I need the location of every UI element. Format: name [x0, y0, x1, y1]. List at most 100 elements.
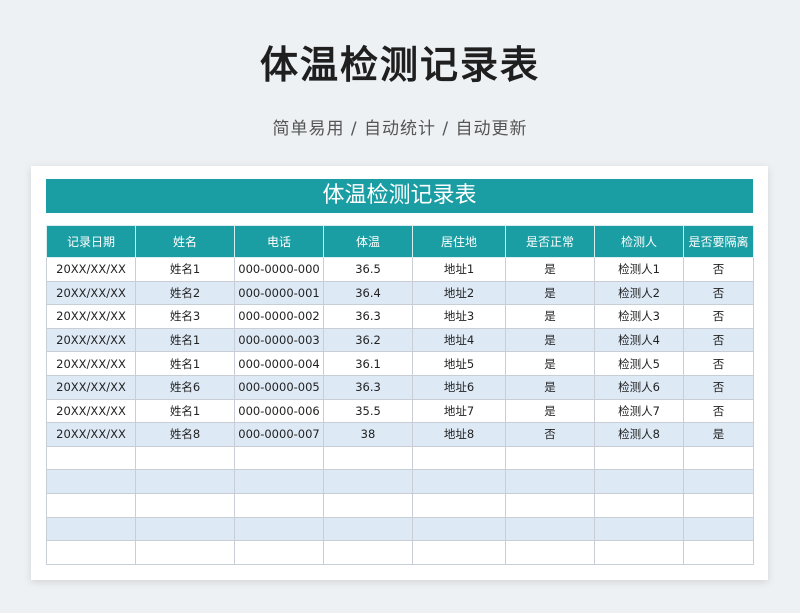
table-cell[interactable]: 20XX/XX/XX — [46, 374, 136, 400]
table-cell[interactable]: 地址5 — [412, 351, 506, 376]
table-cell[interactable]: 36.3 — [323, 374, 413, 400]
table-cell[interactable] — [135, 492, 235, 518]
table-cell[interactable]: 000-0000-004 — [234, 351, 324, 376]
table-cell[interactable]: 姓名1 — [135, 398, 235, 424]
table-cell[interactable] — [683, 445, 754, 471]
table-cell[interactable]: 20XX/XX/XX — [46, 280, 136, 306]
table-cell[interactable] — [594, 540, 684, 565]
table-cell[interactable]: 20XX/XX/XX — [46, 351, 136, 376]
table-cell[interactable] — [46, 445, 136, 471]
table-cell[interactable] — [234, 540, 324, 565]
column-header[interactable]: 记录日期 — [46, 225, 136, 258]
table-cell[interactable] — [683, 469, 754, 494]
table-cell[interactable]: 否 — [505, 422, 595, 447]
table-cell[interactable] — [234, 445, 324, 471]
table-cell[interactable] — [234, 469, 324, 494]
table-cell[interactable] — [234, 492, 324, 518]
table-cell[interactable]: 检测人1 — [594, 257, 684, 282]
table-cell[interactable] — [323, 469, 413, 494]
table-cell[interactable] — [683, 540, 754, 565]
table-cell[interactable]: 20XX/XX/XX — [46, 398, 136, 424]
table-cell[interactable]: 38 — [323, 422, 413, 447]
table-cell[interactable]: 姓名3 — [135, 304, 235, 329]
table-cell[interactable] — [505, 469, 595, 494]
table-cell[interactable] — [505, 445, 595, 471]
table-cell[interactable]: 000-0000-001 — [234, 280, 324, 306]
table-cell[interactable]: 000-0000-002 — [234, 304, 324, 329]
table-cell[interactable]: 检测人7 — [594, 398, 684, 424]
table-cell[interactable]: 000-0000-000 — [234, 257, 324, 282]
table-cell[interactable] — [135, 540, 235, 565]
table-cell[interactable]: 地址6 — [412, 374, 506, 400]
table-cell[interactable]: 否 — [683, 257, 754, 282]
table-cell[interactable]: 000-0000-006 — [234, 398, 324, 424]
table-cell[interactable] — [46, 540, 136, 565]
column-header[interactable]: 是否要隔离 — [683, 225, 754, 258]
table-cell[interactable]: 姓名6 — [135, 374, 235, 400]
table-cell[interactable]: 是 — [505, 398, 595, 424]
table-cell[interactable]: 36.3 — [323, 304, 413, 329]
table-cell[interactable] — [594, 516, 684, 542]
table-cell[interactable]: 姓名8 — [135, 422, 235, 447]
table-cell[interactable]: 35.5 — [323, 398, 413, 424]
column-header[interactable]: 居住地 — [412, 225, 506, 258]
table-cell[interactable] — [135, 516, 235, 542]
table-cell[interactable]: 20XX/XX/XX — [46, 304, 136, 329]
table-cell[interactable]: 36.1 — [323, 351, 413, 376]
table-cell[interactable]: 检测人5 — [594, 351, 684, 376]
table-cell[interactable]: 姓名1 — [135, 257, 235, 282]
table-cell[interactable]: 000-0000-007 — [234, 422, 324, 447]
table-cell[interactable] — [323, 516, 413, 542]
table-cell[interactable]: 是 — [505, 304, 595, 329]
table-cell[interactable]: 36.5 — [323, 257, 413, 282]
table-cell[interactable]: 姓名1 — [135, 351, 235, 376]
table-cell[interactable]: 否 — [683, 280, 754, 306]
table-cell[interactable] — [505, 540, 595, 565]
table-cell[interactable] — [505, 492, 595, 518]
table-cell[interactable] — [594, 445, 684, 471]
table-cell[interactable]: 000-0000-005 — [234, 374, 324, 400]
table-cell[interactable] — [135, 469, 235, 494]
column-header[interactable]: 体温 — [323, 225, 413, 258]
table-cell[interactable] — [46, 492, 136, 518]
table-cell[interactable]: 地址2 — [412, 280, 506, 306]
table-cell[interactable]: 20XX/XX/XX — [46, 327, 136, 353]
table-cell[interactable] — [234, 516, 324, 542]
table-cell[interactable] — [683, 492, 754, 518]
table-cell[interactable]: 检测人2 — [594, 280, 684, 306]
table-cell[interactable] — [412, 469, 506, 494]
table-cell[interactable]: 姓名2 — [135, 280, 235, 306]
table-cell[interactable]: 是 — [505, 327, 595, 353]
table-cell[interactable] — [412, 445, 506, 471]
table-cell[interactable] — [412, 492, 506, 518]
table-cell[interactable] — [412, 540, 506, 565]
table-cell[interactable] — [505, 516, 595, 542]
table-cell[interactable]: 否 — [683, 304, 754, 329]
column-header[interactable]: 电话 — [234, 225, 324, 258]
table-cell[interactable]: 检测人8 — [594, 422, 684, 447]
table-cell[interactable] — [323, 445, 413, 471]
table-cell[interactable]: 地址7 — [412, 398, 506, 424]
table-cell[interactable]: 是 — [505, 257, 595, 282]
table-cell[interactable]: 是 — [505, 280, 595, 306]
table-cell[interactable]: 地址3 — [412, 304, 506, 329]
column-header[interactable]: 姓名 — [135, 225, 235, 258]
table-cell[interactable]: 地址4 — [412, 327, 506, 353]
table-cell[interactable]: 36.4 — [323, 280, 413, 306]
table-cell[interactable]: 是 — [683, 422, 754, 447]
table-cell[interactable]: 检测人4 — [594, 327, 684, 353]
table-cell[interactable]: 地址8 — [412, 422, 506, 447]
table-cell[interactable] — [683, 516, 754, 542]
table-cell[interactable]: 是 — [505, 374, 595, 400]
table-cell[interactable]: 姓名1 — [135, 327, 235, 353]
table-cell[interactable]: 地址1 — [412, 257, 506, 282]
table-cell[interactable]: 检测人3 — [594, 304, 684, 329]
column-header[interactable]: 是否正常 — [505, 225, 595, 258]
table-cell[interactable] — [135, 445, 235, 471]
table-cell[interactable]: 检测人6 — [594, 374, 684, 400]
table-cell[interactable]: 否 — [683, 351, 754, 376]
table-cell[interactable]: 否 — [683, 398, 754, 424]
column-header[interactable]: 检测人 — [594, 225, 684, 258]
table-cell[interactable] — [323, 492, 413, 518]
table-cell[interactable] — [323, 540, 413, 565]
